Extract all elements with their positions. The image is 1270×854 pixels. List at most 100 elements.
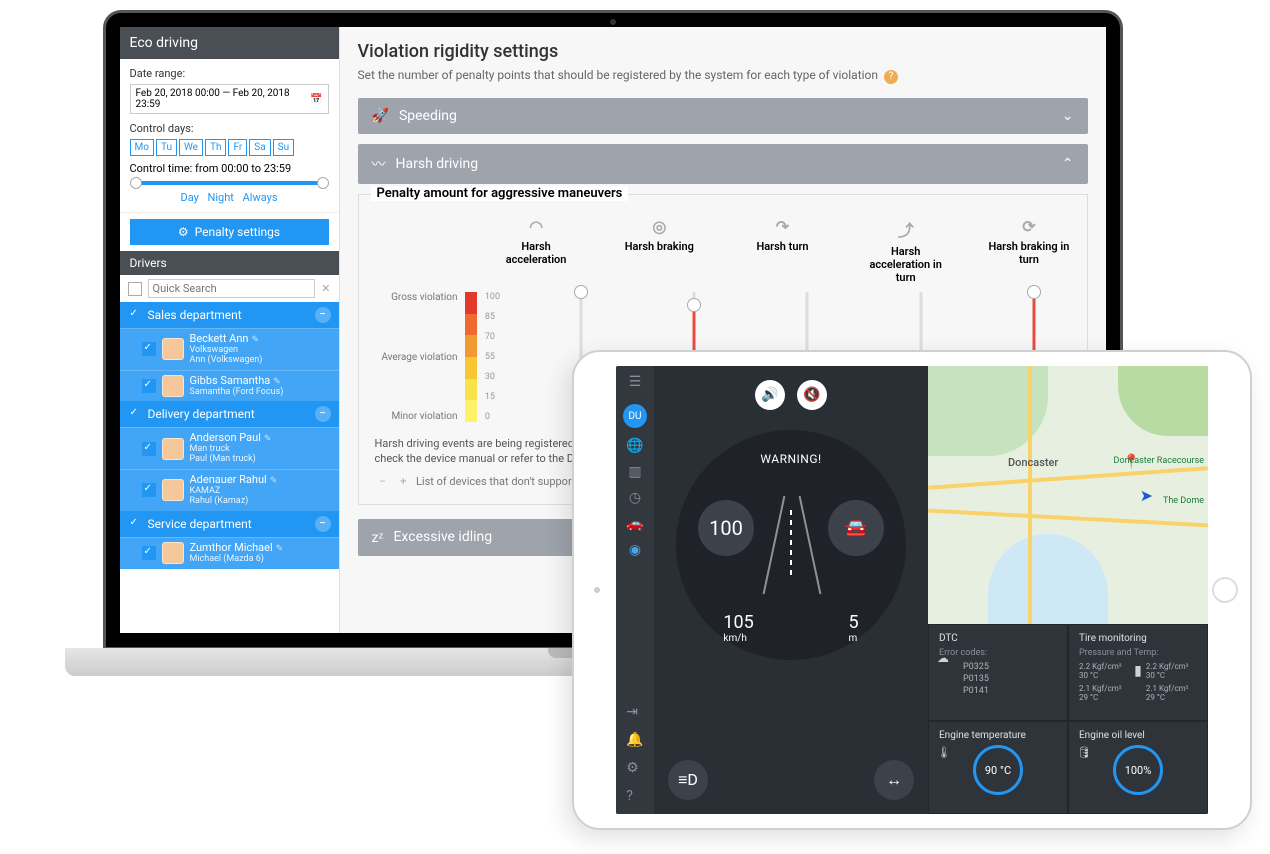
control-days-label: Control days:	[130, 122, 329, 135]
drivers-heading: Drivers	[120, 251, 339, 275]
search-input[interactable]	[148, 279, 316, 298]
dept-sales[interactable]: Sales department −	[120, 302, 339, 328]
dtc-code: P0325	[963, 662, 1057, 672]
clock-icon[interactable]: ◷	[629, 490, 641, 506]
sidebar-title: Eco driving	[120, 27, 339, 59]
driver-checkbox[interactable]	[142, 442, 156, 456]
driver-row[interactable]: Gibbs Samantha✎ Samantha (Ford Focus)	[120, 370, 339, 402]
driver-row[interactable]: Adenauer Rahul✎ KAMAZ Rahul (Kamaz)	[120, 469, 339, 511]
edit-icon[interactable]: ✎	[276, 544, 284, 554]
day-mo[interactable]: Mo	[130, 139, 154, 156]
avatar	[162, 542, 184, 564]
menu-icon[interactable]: ☰	[629, 374, 642, 390]
zzz-icon: zᶻ	[372, 529, 384, 546]
rocket-icon: 🚀	[372, 108, 389, 124]
globe-icon[interactable]: 🌐	[626, 438, 643, 454]
warning-label: WARNING!	[676, 452, 906, 466]
day-pills: Mo Tu We Th Fr Sa Su	[130, 139, 329, 156]
edit-icon[interactable]: ✎	[252, 335, 260, 345]
help-icon[interactable]: ?	[626, 788, 643, 804]
day-we[interactable]: We	[179, 139, 203, 156]
dept-checkbox[interactable]	[128, 517, 142, 531]
car-icon[interactable]: 🚗	[626, 516, 643, 532]
speed-value: 105	[723, 612, 753, 633]
profile-du[interactable]: DU	[623, 404, 647, 428]
driver-row[interactable]: Zumthor Michael✎ Michael (Mazda 6)	[120, 537, 339, 569]
day-fr[interactable]: Fr	[228, 139, 247, 156]
tire-panel: Tire monitoring Pressure and Temp: 2.2 K…	[1068, 624, 1208, 721]
edit-icon[interactable]: ✎	[264, 434, 272, 444]
mode-always[interactable]: Always	[243, 191, 278, 204]
edit-icon[interactable]: ✎	[270, 476, 278, 486]
calendar-icon: 📅	[310, 94, 322, 105]
turn-icon: ↷	[741, 217, 824, 236]
collapse-icon[interactable]: −	[315, 406, 331, 422]
select-all-checkbox[interactable]	[128, 282, 142, 296]
severity-scale-bar	[465, 292, 476, 422]
dept-delivery[interactable]: Delivery department −	[120, 401, 339, 427]
tablet-device: ☰ DU 🌐 ▥ ◷ 🚗 ◉ ⇥ 🔔 ⚙ ? 🔊 🔇 WARNI	[572, 350, 1252, 830]
maneuver-col: ◠Harsh acceleration	[495, 217, 578, 284]
page-title: Violation rigidity settings	[358, 41, 1088, 62]
oil-icon: 🛢	[1077, 746, 1091, 759]
brake-icon: ◎	[618, 217, 701, 236]
sound-on-button[interactable]: 🔊	[755, 380, 785, 410]
engine-oil-value: 100%	[1113, 745, 1163, 795]
mode-night[interactable]: Night	[208, 191, 234, 204]
driver-checkbox[interactable]	[142, 483, 156, 497]
speed-gauge: WARNING! 100 🚘 105km/h 5m	[676, 430, 906, 660]
control-time-slider[interactable]	[132, 181, 327, 185]
bell-icon[interactable]: 🔔	[626, 732, 643, 748]
speed-unit: km/h	[723, 633, 746, 644]
control-time-label: Control time: from 00:00 to 23:59	[130, 162, 329, 175]
distance-value: 5	[848, 612, 858, 633]
engine-temp-value: 90 °C	[973, 745, 1023, 795]
dept-service[interactable]: Service department −	[120, 511, 339, 537]
chart-icon[interactable]: ▥	[628, 464, 641, 480]
mode-day[interactable]: Day	[180, 191, 198, 204]
date-range-value: Feb 20, 2018 00:00 — Feb 20, 2018 23:59	[136, 88, 311, 110]
day-tu[interactable]: Tu	[156, 139, 177, 156]
gauge-icon: ◠	[495, 217, 578, 236]
sliders-icon: ⚙	[178, 225, 189, 239]
penalty-settings-button[interactable]: ⚙ Penalty settings	[130, 219, 329, 245]
dtc-panel: DTC Error codes: ☁ P0325 P0135 P0141	[928, 624, 1068, 721]
gear-icon[interactable]: ⚙	[626, 760, 643, 776]
page-subtitle: Set the number of penalty points that sh…	[358, 68, 1088, 84]
map-panel[interactable]: Doncaster 📍 Doncaster Racecourse ➤ The D…	[928, 366, 1208, 624]
avatar	[162, 338, 184, 360]
sound-off-button[interactable]: 🔇	[797, 380, 827, 410]
collapse-icon[interactable]: −	[315, 307, 331, 323]
accordion-speeding[interactable]: 🚀 Speeding ⌄	[358, 98, 1088, 134]
logout-icon[interactable]: ⇥	[626, 704, 643, 720]
day-sa[interactable]: Sa	[249, 139, 270, 156]
chevron-down-icon: ⌄	[1062, 108, 1074, 124]
day-th[interactable]: Th	[205, 139, 226, 156]
headlight-button[interactable]: ≡D	[668, 760, 708, 800]
resize-button[interactable]: ↔	[874, 760, 914, 800]
cloud-icon: ☁	[937, 651, 949, 665]
date-range-input[interactable]: Feb 20, 2018 00:00 — Feb 20, 2018 23:59 …	[130, 84, 329, 114]
collapse-icon[interactable]: −	[315, 516, 331, 532]
scale-minor: Minor violation	[375, 411, 458, 422]
clear-icon[interactable]: ✕	[321, 282, 330, 295]
dept-checkbox[interactable]	[128, 407, 142, 421]
help-icon[interactable]: ?	[884, 70, 898, 84]
edit-icon[interactable]: ✎	[273, 377, 281, 387]
driver-checkbox[interactable]	[142, 379, 156, 393]
scale-gross: Gross violation	[375, 292, 458, 303]
dashboard-icon[interactable]: ◉	[629, 542, 641, 558]
driver-row[interactable]: Beckett Ann✎ Volkswagen Ann (Volkswagen)	[120, 328, 339, 370]
driver-row[interactable]: Anderson Paul✎ Man truck Paul (Man truck…	[120, 427, 339, 469]
dept-checkbox[interactable]	[128, 308, 142, 322]
avatar	[162, 438, 184, 460]
driver-checkbox[interactable]	[142, 546, 156, 560]
date-range-label: Date range:	[130, 67, 329, 80]
engine-temp-panel: Engine temperature 🌡 90 °C	[928, 721, 1068, 814]
accordion-harsh[interactable]: 〰 Harsh driving ⌃	[358, 144, 1088, 184]
day-su[interactable]: Su	[273, 139, 294, 156]
plus-icon: +	[395, 475, 411, 488]
driver-checkbox[interactable]	[142, 342, 156, 356]
thermometer-icon: 🌡	[937, 746, 951, 759]
home-button[interactable]	[1212, 577, 1238, 603]
